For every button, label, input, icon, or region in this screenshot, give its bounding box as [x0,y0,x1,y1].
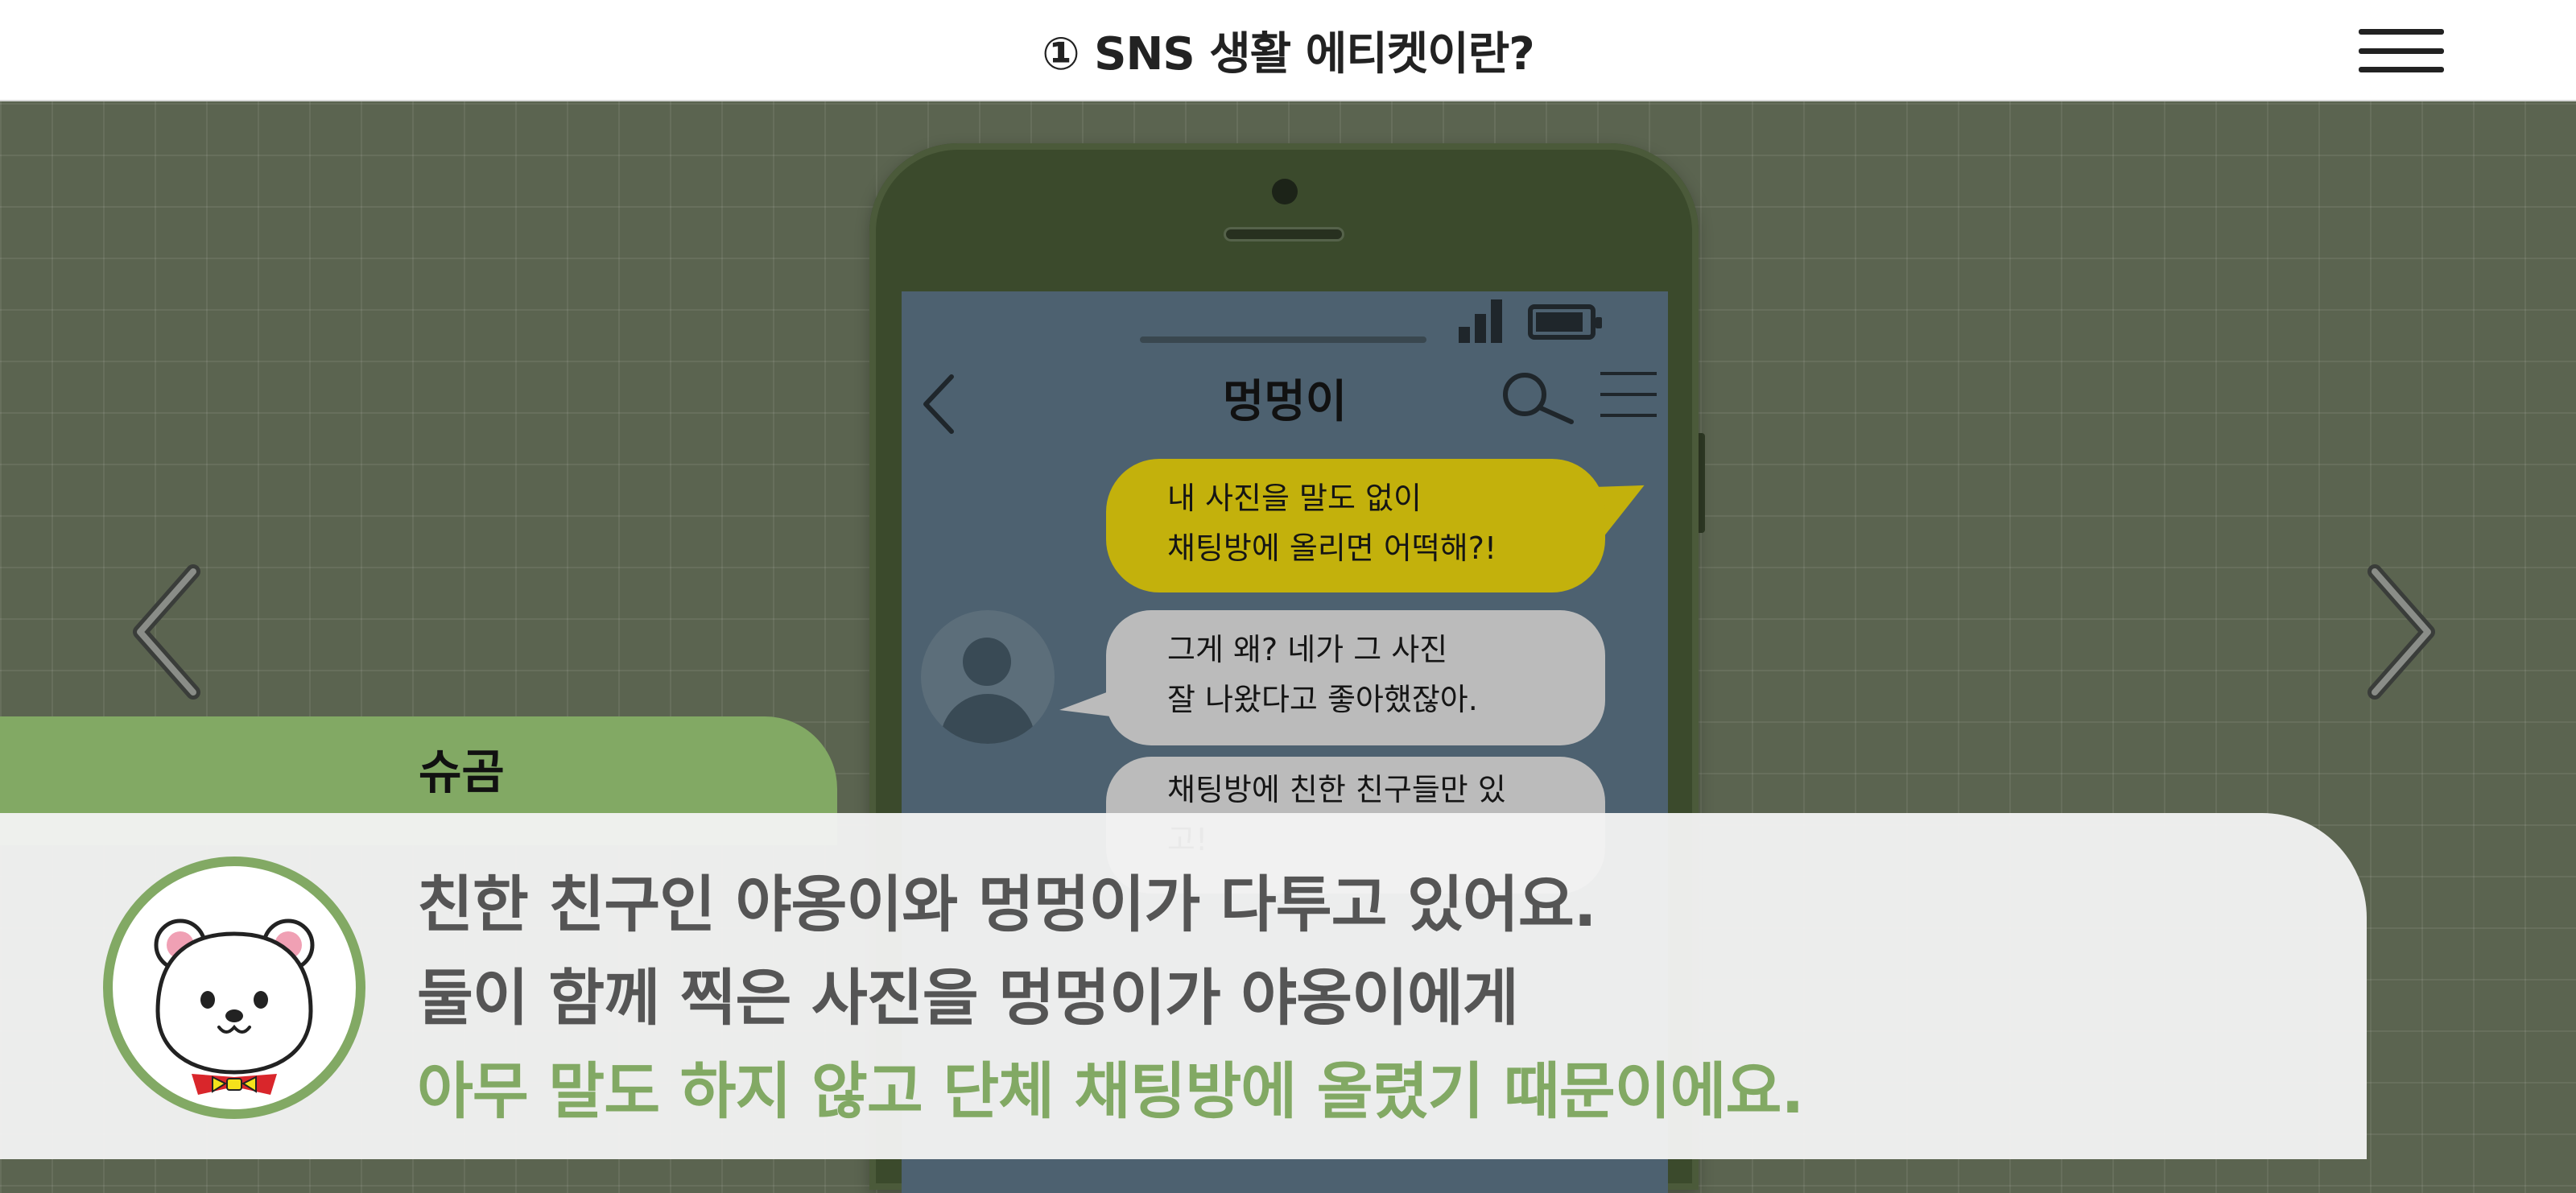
page-title: ① SNS 생활 에티켓이란? [1042,27,1535,80]
chevron-right-icon[interactable] [2359,563,2439,700]
back-icon[interactable] [919,372,960,436]
menu-bar [2359,29,2444,35]
dialog-line: 친한 친구인 야옹이와 멍멍이가 다투고 있어요. [417,869,1597,940]
message-text: 그게 왜? 네가 그 사진 잘 나왔다고 좋아했잖아. [1167,632,1478,717]
message-bubble-sent: 내 사진을 말도 없이 채팅방에 올리면 어떡해?! [1106,459,1605,592]
dialog-line: 둘이 함께 찍은 사진을 멍멍이가 야옹이에게 [417,962,1519,1034]
menu-bar [2359,47,2444,54]
avatar [921,610,1055,744]
chat-menu-icon[interactable] [1600,372,1657,417]
chat-title: 멍멍이 [1222,376,1348,428]
top-header: ① SNS 생활 에티켓이란? [0,0,2576,101]
menu-bar [2359,67,2444,72]
menu-bar [1600,372,1657,375]
battery-icon [1528,304,1602,340]
chevron-left-icon[interactable] [129,563,209,700]
message-text: 내 사진을 말도 없이 채팅방에 올리면 어떡해?! [1167,481,1497,566]
message-bubble-received: 그게 왜? 네가 그 사진 잘 나왔다고 좋아했잖아. [1106,610,1605,745]
menu-bar [1600,393,1657,396]
battery-level [1536,312,1583,332]
signal-icon [1459,299,1504,343]
phone-speaker [1224,227,1344,241]
status-bar-line [1140,336,1426,343]
avatar-body [940,694,1035,744]
search-icon[interactable] [1499,370,1576,427]
speaker-name: 슈곰 [419,745,505,799]
dialog-line-highlight: 아무 말도 하지 않고 단체 채팅방에 올렸기 때문이에요. [417,1055,1804,1127]
menu-bar [1600,414,1657,417]
camera-icon [1272,179,1298,204]
avatar-head [963,638,1011,686]
polar-bear-icon [103,857,365,1119]
hamburger-icon[interactable] [2359,29,2444,72]
